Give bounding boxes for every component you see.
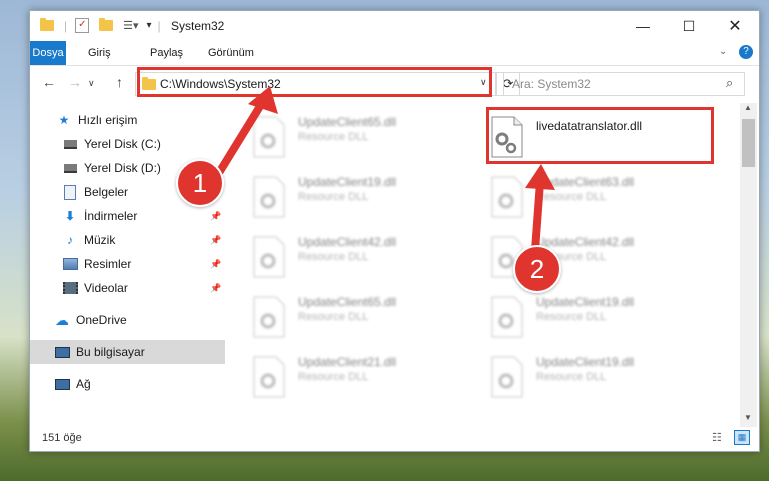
arrow-2-shaft [531,178,544,254]
annotation-arrows [213,86,555,254]
arrow-1-shaft [213,99,266,180]
arrow-2-head [525,164,555,190]
arrow-1-head [248,86,278,114]
step-2-badge: 2 [513,245,561,293]
step-1-badge: 1 [176,159,224,207]
